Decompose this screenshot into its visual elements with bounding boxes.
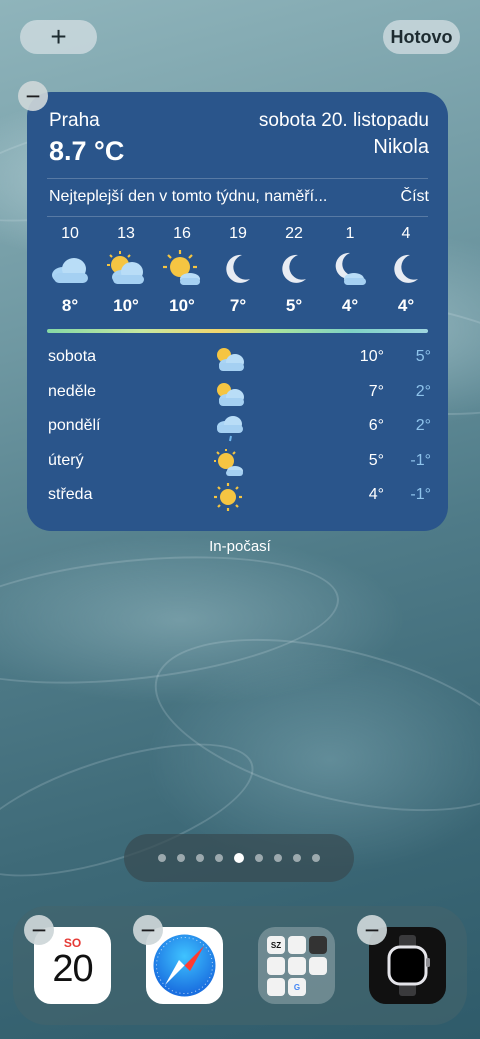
news-headline[interactable]: Nejteplejší den v tomto týdnu, naměří... xyxy=(49,188,327,206)
cloud-icon xyxy=(42,249,98,289)
day-high: 7° xyxy=(368,382,384,400)
day-low: -1° xyxy=(410,451,431,469)
minus-icon: − xyxy=(140,915,156,945)
day-low: 2° xyxy=(415,417,431,434)
day-name: neděle xyxy=(48,382,97,400)
hour-temp: 7° xyxy=(229,296,247,315)
page-dot-active[interactable] xyxy=(234,853,244,863)
hour-label: 16 xyxy=(173,225,191,242)
hour-temp: 8° xyxy=(61,296,79,315)
rain-cloud-icon xyxy=(211,413,247,443)
moon-icon xyxy=(266,249,322,289)
daily-row: středa 4° -1° xyxy=(48,482,431,517)
folder-app-tile xyxy=(309,957,327,975)
partly-cloudy-icon xyxy=(98,249,154,289)
daily-row: pondělí 6° 2° xyxy=(48,413,431,448)
app-folder[interactable]: SZ G xyxy=(258,927,335,1004)
add-widget-button[interactable]: + xyxy=(20,20,97,54)
hour-label: 10 xyxy=(61,225,79,242)
temperature-bar xyxy=(47,329,428,333)
folder-app-tile xyxy=(267,957,285,975)
remove-widget-button[interactable]: − xyxy=(18,81,48,111)
hour-temp: 10° xyxy=(169,296,195,315)
hourly-item: 4 4° xyxy=(378,225,434,320)
daily-row: neděle 7° 2° xyxy=(48,379,431,414)
day-name: pondělí xyxy=(48,417,101,434)
page-dot[interactable] xyxy=(196,854,204,862)
page-dot[interactable] xyxy=(293,854,301,862)
hour-label: 1 xyxy=(345,225,355,242)
hour-label: 19 xyxy=(229,225,247,242)
folder-app-tile xyxy=(288,957,306,975)
read-link[interactable]: Číst xyxy=(401,188,429,206)
hour-temp: 4° xyxy=(341,296,359,315)
dock: SO 20 SZ G xyxy=(13,906,467,1025)
sun-cloud-icon xyxy=(211,448,247,478)
partly-cloudy-icon xyxy=(211,344,247,374)
hour-temp: 10° xyxy=(113,296,139,315)
page-dot[interactable] xyxy=(215,854,223,862)
hourly-item: 1 4° xyxy=(322,225,378,320)
nameday-label: Nikola xyxy=(373,136,429,158)
current-temperature: 8.7 °C xyxy=(49,136,125,166)
hour-temp: 4° xyxy=(397,296,415,315)
partly-cloudy-icon xyxy=(211,379,247,409)
hour-label: 13 xyxy=(117,225,135,242)
folder-app-tile xyxy=(288,936,306,954)
remove-calendar-button[interactable]: − xyxy=(24,915,54,945)
minus-icon: − xyxy=(364,915,380,945)
weather-widget[interactable]: Praha 8.7 °C sobota 20. listopadu Nikola… xyxy=(27,92,448,531)
done-button[interactable]: Hotovo xyxy=(383,20,460,54)
day-high: 5° xyxy=(368,451,384,469)
day-high: 4° xyxy=(368,486,384,503)
divider xyxy=(47,178,428,179)
remove-watch-button[interactable]: − xyxy=(357,915,387,945)
moon-cloud-icon xyxy=(322,249,378,289)
hourly-item: 16 10° xyxy=(154,225,210,320)
hour-label: 4 xyxy=(401,225,411,242)
day-name: středa xyxy=(48,486,93,503)
hourly-item: 19 7° xyxy=(210,225,266,320)
day-low: -1° xyxy=(410,486,431,503)
day-high: 6° xyxy=(368,417,384,434)
widget-label: In-počasí xyxy=(209,538,271,555)
page-dot[interactable] xyxy=(177,854,185,862)
hourly-item: 13 10° xyxy=(98,225,154,320)
city-name: Praha xyxy=(49,110,100,131)
divider xyxy=(47,216,428,217)
moon-icon xyxy=(378,249,434,289)
minus-icon: − xyxy=(25,81,41,111)
date-label: sobota 20. listopadu xyxy=(258,110,429,131)
day-low: 2° xyxy=(415,382,431,400)
hourly-item: 22 5° xyxy=(266,225,322,320)
page-indicator[interactable] xyxy=(124,834,354,882)
day-high: 10° xyxy=(359,348,384,365)
daily-row: sobota 10° 5° xyxy=(48,344,431,379)
page-dot[interactable] xyxy=(158,854,166,862)
sun-behind-cloud-icon xyxy=(154,249,210,289)
day-name: úterý xyxy=(48,451,84,469)
minus-icon: − xyxy=(31,915,47,945)
day-name: sobota xyxy=(48,348,97,365)
folder-app-tile xyxy=(309,936,327,954)
hour-label: 22 xyxy=(285,225,303,242)
moon-icon xyxy=(210,249,266,289)
daily-forecast: sobota 10° 5° neděle 7° 2° pondělí 6° 2°… xyxy=(48,344,431,517)
hourly-item: 10 8° xyxy=(42,225,98,320)
hour-temp: 5° xyxy=(285,296,303,315)
page-dot[interactable] xyxy=(255,854,263,862)
folder-app-tile xyxy=(267,978,285,996)
page-dot[interactable] xyxy=(312,854,320,862)
sun-icon xyxy=(211,482,247,512)
folder-app-tile: SZ xyxy=(267,936,285,954)
calendar-day-number: 20 xyxy=(52,948,93,990)
hourly-forecast: 10 8° 13 10° 16 10° 19 7° 22 5° 1 4° 4 4… xyxy=(42,225,434,320)
daily-row: úterý 5° -1° xyxy=(48,448,431,483)
folder-app-tile: G xyxy=(288,978,306,996)
page-dot[interactable] xyxy=(274,854,282,862)
remove-safari-button[interactable]: − xyxy=(133,915,163,945)
day-low: 5° xyxy=(415,348,431,365)
folder-grid: SZ G xyxy=(267,936,327,996)
